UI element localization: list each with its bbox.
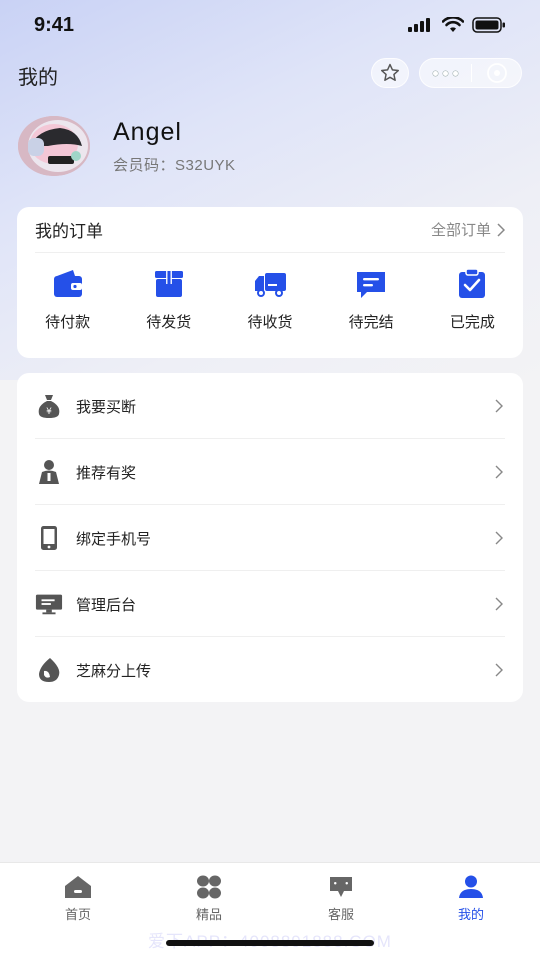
- home-icon: [65, 876, 91, 898]
- status-icons: [408, 17, 506, 33]
- orders-header: 我的订单 全部订单: [35, 207, 505, 253]
- chevron-right-icon: [493, 465, 505, 479]
- package-icon: [154, 271, 183, 297]
- close-circle-icon: [486, 63, 507, 83]
- favorite-button[interactable]: [371, 58, 409, 88]
- order-status-pending-shipment[interactable]: 待发货: [118, 267, 219, 332]
- phone-icon: [35, 524, 63, 552]
- tab-home[interactable]: 首页: [38, 875, 118, 923]
- star-icon: [381, 63, 399, 81]
- person-icon: [35, 458, 63, 486]
- avatar[interactable]: [18, 116, 90, 176]
- menu-item-sesame-upload[interactable]: 芝麻分上传: [35, 637, 505, 703]
- order-status-label: 待付款: [45, 314, 91, 331]
- monitor-icon: [35, 590, 63, 618]
- avatar-image: [18, 116, 90, 176]
- order-status-label: 待发货: [146, 314, 192, 331]
- order-status-label: 待完结: [348, 314, 394, 331]
- chevron-right-icon: [493, 663, 505, 677]
- user-icon: [459, 875, 483, 898]
- order-status-list: 待付款 待发货 待收货 待完结 已完成: [17, 267, 523, 332]
- more-options-button[interactable]: [420, 70, 471, 76]
- menu-item-label: 绑定手机号: [76, 530, 152, 548]
- order-status-label: 已完成: [449, 314, 495, 331]
- grid-icon: [197, 875, 221, 899]
- tab-label: 我的: [457, 907, 484, 922]
- chevron-right-icon: [493, 399, 505, 413]
- menu-item-admin[interactable]: 管理后台: [35, 571, 505, 637]
- order-status-pending-receipt[interactable]: 待收货: [219, 267, 320, 332]
- message-icon: [357, 272, 386, 298]
- money-bag-icon: ¥: [35, 392, 63, 420]
- tab-label: 客服: [327, 907, 354, 922]
- order-status-completed[interactable]: 已完成: [422, 267, 523, 332]
- order-status-pending-payment[interactable]: 待付款: [17, 267, 118, 332]
- status-bar: 9:41: [0, 0, 540, 50]
- home-indicator: [166, 940, 374, 946]
- menu-item-label: 我要买断: [76, 398, 137, 416]
- menu-item-label: 管理后台: [76, 596, 137, 614]
- chevron-right-icon: [493, 531, 505, 545]
- menu-item-label: 推荐有奖: [76, 464, 137, 482]
- svg-text:¥: ¥: [46, 407, 52, 417]
- tab-customer-service[interactable]: 客服: [301, 875, 381, 923]
- tab-featured[interactable]: 精品: [169, 875, 249, 923]
- all-orders-link[interactable]: 全部订单: [431, 219, 505, 240]
- chevron-right-icon: [493, 597, 505, 611]
- wifi-icon: [442, 17, 464, 32]
- status-time: 9:41: [34, 14, 75, 36]
- user-name: Angel: [113, 118, 182, 146]
- order-status-label: 待收货: [247, 314, 293, 331]
- menu-item-bind-phone[interactable]: 绑定手机号: [35, 505, 505, 571]
- menu-item-referral[interactable]: 推荐有奖: [35, 439, 505, 505]
- menu-item-buyout[interactable]: ¥ 我要买断: [35, 373, 505, 439]
- orders-card: 我的订单 全部订单 待付款 待发货 待收货 待完结 已完成: [17, 207, 523, 358]
- member-code: 会员码：S32UYK: [113, 157, 236, 174]
- truck-icon: [254, 273, 286, 297]
- chevron-right-icon: [497, 222, 505, 237]
- all-orders-label: 全部订单: [430, 222, 491, 239]
- clipboard-check-icon: [459, 268, 486, 298]
- tab-label: 首页: [64, 907, 91, 922]
- order-status-pending-completion[interactable]: 待完结: [321, 267, 422, 332]
- menu-card: ¥ 我要买断 推荐有奖 绑定手机号 管理后台 芝麻分上传: [17, 373, 523, 702]
- wallet-icon: [53, 270, 82, 297]
- page-title: 我的: [18, 67, 58, 89]
- sesame-icon: [35, 656, 63, 684]
- mini-program-capsule: [419, 58, 522, 88]
- battery-icon: [472, 17, 505, 33]
- tab-mine[interactable]: 我的: [431, 875, 511, 923]
- menu-item-label: 芝麻分上传: [76, 662, 152, 680]
- chat-icon: [330, 877, 352, 897]
- more-dots-icon: [433, 70, 438, 76]
- tab-label: 精品: [195, 907, 222, 922]
- close-button[interactable]: [472, 62, 521, 84]
- orders-title: 我的订单: [35, 222, 103, 241]
- signal-icon: [408, 18, 430, 32]
